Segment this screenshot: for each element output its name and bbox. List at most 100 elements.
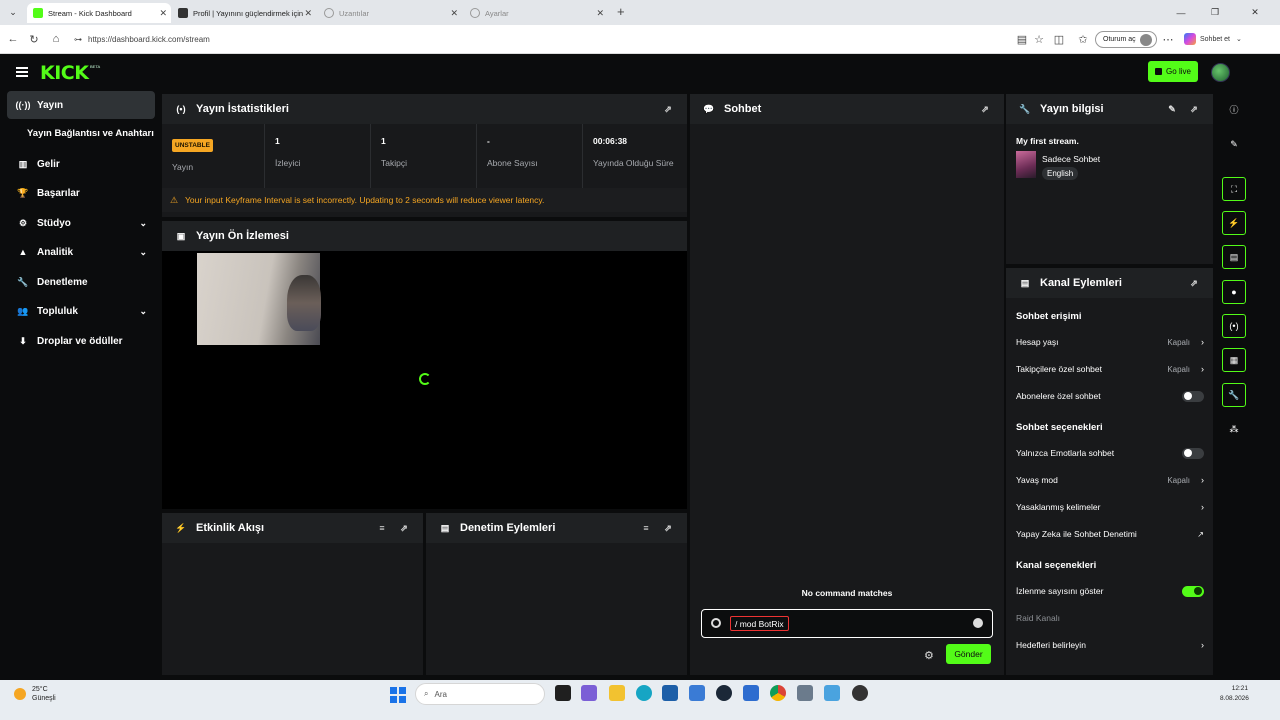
tab-actions-menu-icon[interactable]: ⌄ bbox=[4, 4, 22, 22]
row-ai-moderation[interactable]: Yapay Zeka ile Sohbet Denetimi ↗ bbox=[1016, 527, 1204, 541]
info-icon[interactable]: ⓘ bbox=[1222, 97, 1246, 121]
sidebar-item-achievements[interactable]: 🏆 Başarılar bbox=[7, 179, 155, 207]
sidebar-item-stream-key[interactable]: Yayın Bağlantısı ve Anahtarı bbox=[27, 128, 154, 139]
chat-input[interactable]: / mod BotRix bbox=[701, 609, 993, 638]
sidebar-item-revenue[interactable]: ▥ Gelir bbox=[7, 150, 155, 178]
refresh-icon[interactable]: ↻ bbox=[27, 32, 41, 46]
chat-settings-gear-icon[interactable]: ⚙ bbox=[924, 649, 934, 662]
trophy-icon: 🏆 bbox=[17, 187, 29, 198]
more-icon[interactable]: ⋯ bbox=[1161, 32, 1175, 46]
obs-icon[interactable] bbox=[852, 685, 868, 701]
edge-icon[interactable] bbox=[636, 685, 652, 701]
tab-extensions[interactable]: Uzantılar ✕ bbox=[318, 3, 462, 23]
system-clock[interactable]: 12:21 8.08.2026 bbox=[1220, 684, 1249, 704]
signin-button[interactable]: Oturum aç bbox=[1095, 31, 1157, 48]
close-tab-icon[interactable]: ✕ bbox=[159, 8, 167, 19]
row-raid-channel[interactable]: Raid Kanalı bbox=[1016, 611, 1204, 625]
close-window-icon[interactable]: ✕ bbox=[1238, 0, 1272, 25]
app-icon[interactable] bbox=[581, 685, 597, 701]
row-account-age[interactable]: Hesap yaşı Kapalı › bbox=[1016, 335, 1204, 349]
popout-icon[interactable]: ⇗ bbox=[663, 104, 673, 114]
settings-app-icon[interactable] bbox=[797, 685, 813, 701]
row-label: Raid Kanalı bbox=[1016, 613, 1060, 623]
edit-pencil-icon[interactable]: ✎ bbox=[1222, 132, 1246, 156]
copilot-button[interactable]: Sohbet et ⌄ bbox=[1184, 33, 1242, 45]
app-icon[interactable] bbox=[743, 685, 759, 701]
filter-icon[interactable]: ≡ bbox=[641, 523, 651, 533]
widgets-icon[interactable]: ⁂ bbox=[1222, 417, 1246, 441]
taskview-icon[interactable] bbox=[555, 685, 571, 701]
chat-input-value[interactable]: / mod BotRix bbox=[730, 616, 789, 631]
emoji-icon[interactable] bbox=[973, 618, 983, 628]
popout-icon[interactable]: ⇗ bbox=[399, 523, 409, 533]
tab-profile[interactable]: Profil | Yayınını güçlendirmek için ♪ ✕ bbox=[172, 3, 316, 23]
emotes-only-toggle[interactable] bbox=[1182, 447, 1204, 459]
row-slow-mode[interactable]: Yavaş mod Kapalı › bbox=[1016, 473, 1204, 487]
sidebar-item-drops[interactable]: ⬇ Droplar ve ödüller bbox=[7, 327, 155, 355]
sidebar-item-moderation[interactable]: 🔧 Denetleme bbox=[7, 268, 155, 296]
tab-kick-dashboard[interactable]: Stream - Kick Dashboard ✕ bbox=[27, 3, 171, 23]
popout-icon[interactable]: ⇗ bbox=[663, 523, 673, 533]
start-button[interactable] bbox=[390, 687, 406, 703]
channel-actions-icon[interactable]: ▦ bbox=[1222, 348, 1246, 372]
row-followers-only[interactable]: Takipçilere özel sohbet Kapalı › bbox=[1016, 362, 1204, 376]
file-explorer-icon[interactable] bbox=[609, 685, 625, 701]
favorite-star-icon[interactable]: ☆ bbox=[1032, 32, 1046, 46]
filter-icon[interactable]: ≡ bbox=[377, 523, 387, 533]
studio-icon: ⚙ bbox=[18, 217, 28, 228]
edit-pencil-icon[interactable]: ✎ bbox=[1167, 104, 1177, 114]
app-icon[interactable] bbox=[824, 685, 840, 701]
sidebar-item-community[interactable]: 👥 Topluluk ⌄ bbox=[7, 297, 155, 325]
popout-icon[interactable]: ⇗ bbox=[1189, 104, 1199, 114]
app-icon[interactable] bbox=[689, 685, 705, 701]
tab-settings[interactable]: Ayarlar ✕ bbox=[464, 3, 608, 23]
chrome-icon[interactable] bbox=[770, 685, 786, 701]
fullscreen-icon[interactable]: ⛶ bbox=[1222, 177, 1246, 201]
sidebar-item-label: Denetleme bbox=[37, 276, 88, 288]
stream-title: My first stream. bbox=[1016, 136, 1079, 146]
new-tab-icon[interactable]: + bbox=[617, 4, 625, 19]
bolt-icon: ⚡ bbox=[175, 522, 187, 533]
chat-identity-icon[interactable] bbox=[711, 618, 721, 628]
taskbar-search[interactable]: ⌕ Ara bbox=[415, 683, 545, 705]
steam-icon[interactable] bbox=[716, 685, 732, 701]
chat-bubble-icon[interactable]: ● bbox=[1222, 280, 1246, 304]
close-tab-icon[interactable]: ✕ bbox=[450, 8, 458, 19]
popout-icon[interactable]: ⇗ bbox=[1189, 278, 1199, 288]
broadcast-icon: (•) bbox=[176, 104, 186, 114]
stream-category[interactable]: Sadece Sohbet bbox=[1042, 154, 1100, 164]
weather-widget[interactable]: 25°C Güneşli bbox=[14, 685, 56, 703]
subscribers-only-toggle[interactable] bbox=[1182, 390, 1204, 402]
store-icon[interactable] bbox=[662, 685, 678, 701]
video-preview[interactable] bbox=[162, 251, 687, 509]
send-button[interactable]: Gönder bbox=[946, 644, 991, 664]
close-tab-icon[interactable]: ✕ bbox=[304, 8, 312, 19]
reader-icon[interactable]: ▤ bbox=[1015, 32, 1029, 46]
sidebar-item-studio[interactable]: ⚙ Stüdyo ⌄ bbox=[7, 209, 155, 237]
row-set-goals[interactable]: Hedefleri belirleyin › bbox=[1016, 638, 1204, 652]
row-banned-words[interactable]: Yasaklanmış kelimeler › bbox=[1016, 500, 1204, 514]
url-field[interactable]: ⊶ https://dashboard.kick.com/stream bbox=[70, 29, 1080, 50]
sidebar-item-analytics[interactable]: ▲ Analitik ⌄ bbox=[7, 238, 155, 266]
go-live-button[interactable]: Go live bbox=[1148, 61, 1198, 82]
panel-title: Sohbet bbox=[724, 103, 762, 115]
menu-icon[interactable] bbox=[16, 67, 28, 77]
split-screen-icon[interactable]: ◫ bbox=[1052, 32, 1066, 46]
kick-logo[interactable]: KICK bbox=[40, 62, 89, 84]
sidebar-item-stream[interactable]: ((·)) Yayın bbox=[7, 91, 155, 119]
clipboard-icon[interactable]: ▤ bbox=[1222, 245, 1246, 269]
drops-icon: ⬇ bbox=[19, 335, 27, 346]
broadcast-icon[interactable]: (•) bbox=[1222, 314, 1246, 338]
profile-avatar[interactable] bbox=[1211, 63, 1230, 82]
site-info-icon[interactable]: ⊶ bbox=[74, 35, 82, 44]
bolt-icon[interactable]: ⚡ bbox=[1222, 211, 1246, 235]
popout-icon[interactable]: ⇗ bbox=[980, 104, 990, 114]
show-views-toggle[interactable] bbox=[1182, 585, 1204, 597]
favorites-icon[interactable]: ✩ bbox=[1076, 32, 1090, 46]
close-tab-icon[interactable]: ✕ bbox=[596, 8, 604, 19]
wrench-icon[interactable]: 🔧 bbox=[1222, 383, 1246, 407]
minimize-icon[interactable]: — bbox=[1164, 0, 1198, 25]
home-icon[interactable]: ⌂ bbox=[49, 32, 63, 46]
back-icon[interactable]: ← bbox=[6, 32, 20, 46]
maximize-icon[interactable]: ❐ bbox=[1198, 0, 1232, 25]
